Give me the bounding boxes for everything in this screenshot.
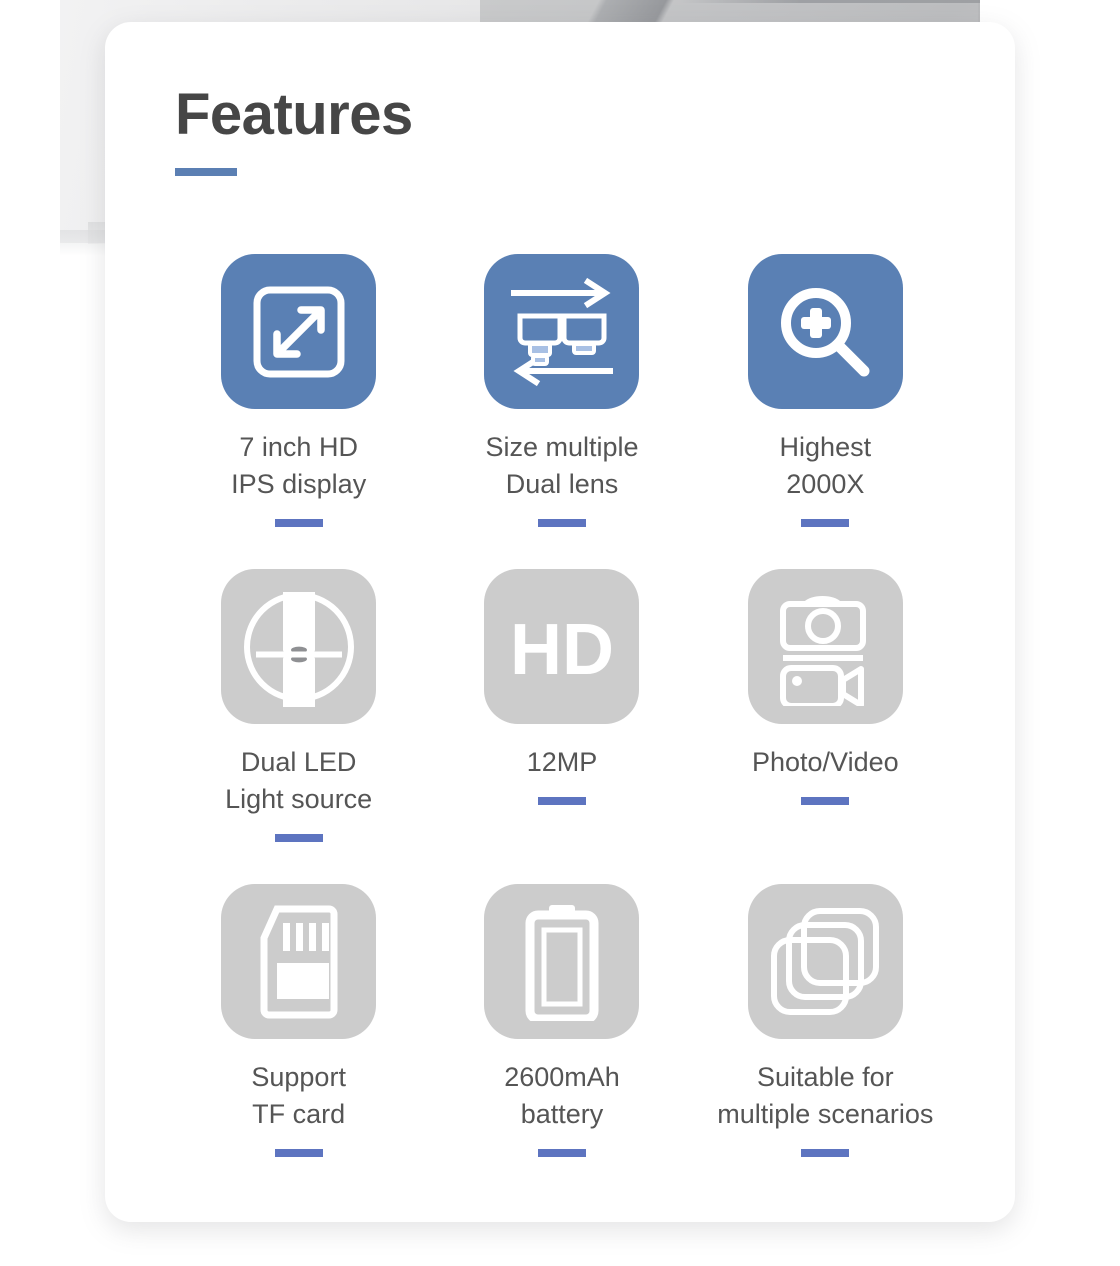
expand-arrows-icon [221,254,376,409]
feature-underline-rule [801,1149,849,1157]
feature-label: Photo/Video [752,744,899,781]
feature-label: 12MP [527,744,598,781]
feature-underline-rule [801,797,849,805]
feature-label: 7 inch HD IPS display [231,429,366,503]
feature-label: 2600mAh battery [504,1059,620,1133]
tf-card-icon [221,884,376,1039]
photo-video-icon [748,569,903,724]
feature-item-scenarios: Suitable for multiple scenarios [694,884,957,1199]
card-header: Features [175,84,413,176]
feature-underline-rule [801,519,849,527]
background-top-edge-line [680,0,980,3]
feature-underline-rule [275,519,323,527]
dual-lens-swap-icon [484,254,639,409]
feature-grid: 7 inch HD IPS display [167,254,957,1199]
feature-label: Dual LED Light source [225,744,372,818]
feature-label: Highest 2000X [780,429,872,503]
feature-label: Support TF card [251,1059,346,1133]
dual-led-light-icon [221,569,376,724]
hd-badge-text: HD [510,610,614,690]
feature-underline-rule [538,797,586,805]
magnifier-plus-icon [748,254,903,409]
feature-item-dual-led: Dual LED Light source [167,569,430,884]
feature-item-battery: 2600mAh battery [430,884,693,1199]
feature-underline-rule [275,1149,323,1157]
feature-item-magnification: Highest 2000X [694,254,957,569]
feature-underline-rule [275,834,323,842]
feature-label: Suitable for multiple scenarios [717,1059,933,1133]
feature-label: Size multiple Dual lens [485,429,638,503]
feature-item-photo-video: Photo/Video [694,569,957,884]
feature-item-ips-display: 7 inch HD IPS display [167,254,430,569]
feature-item-megapixels: HD 12MP [430,569,693,884]
feature-underline-rule [538,519,586,527]
feature-item-tf-card: Support TF card [167,884,430,1199]
stacked-squares-icon [748,884,903,1039]
hd-badge-icon: HD [484,569,639,724]
page-title: Features [175,84,413,146]
feature-item-dual-lens: Size multiple Dual lens [430,254,693,569]
feature-underline-rule [538,1149,586,1157]
features-card: Features 7 inch HD IPS display [105,22,1015,1222]
title-underline-rule [175,168,237,176]
battery-icon [484,884,639,1039]
